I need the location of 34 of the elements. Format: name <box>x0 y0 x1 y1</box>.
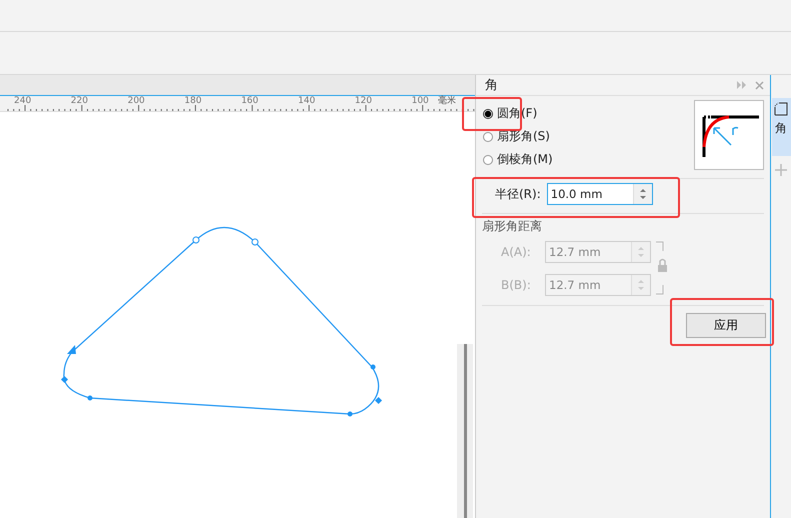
spinner-icon[interactable] <box>638 187 647 201</box>
ruler-label: 180 <box>184 96 202 106</box>
radius-label: 半径(R): <box>495 186 541 202</box>
radio-button[interactable] <box>483 108 493 118</box>
corner-icon <box>774 102 788 116</box>
ruler-label: 140 <box>298 96 316 106</box>
panel-title: 角 <box>485 77 498 94</box>
expand-icon[interactable] <box>737 81 747 89</box>
ruler-label: 220 <box>70 96 88 106</box>
radio-option[interactable]: 圆角(F) <box>483 105 553 122</box>
ruler-unit: 毫米 <box>438 96 456 106</box>
close-icon[interactable] <box>755 80 764 90</box>
ruler-label: 160 <box>241 96 258 106</box>
radio-button[interactable] <box>483 132 493 142</box>
radio-option[interactable]: 扇形角(S) <box>483 128 553 145</box>
radio-label: 圆角(F) <box>497 105 538 122</box>
ruler-label: 120 <box>354 96 372 106</box>
ruler-label: 200 <box>128 96 145 106</box>
radio-option[interactable]: 倒棱角(M) <box>483 151 553 168</box>
ruler-label: 240 <box>14 96 32 106</box>
radio-button[interactable] <box>483 154 493 164</box>
highlight-frame <box>462 97 522 131</box>
section-title: 扇形角距离 <box>481 218 543 235</box>
add-icon[interactable] <box>775 164 787 176</box>
apply-button[interactable]: 应用 <box>686 313 766 338</box>
lock-icon[interactable] <box>655 239 669 297</box>
radio-label: 扇形角(S) <box>497 128 550 145</box>
ruler-label: 100 <box>412 96 429 106</box>
scrollbar[interactable] <box>457 344 473 518</box>
distance-label: B(B): <box>501 278 532 292</box>
side-tab[interactable]: 角 <box>772 98 790 156</box>
radio-label: 倒棱角(M) <box>497 151 553 168</box>
radius-field[interactable]: 10.0 mm <box>546 183 653 205</box>
distance-label: A(A): <box>501 244 532 258</box>
